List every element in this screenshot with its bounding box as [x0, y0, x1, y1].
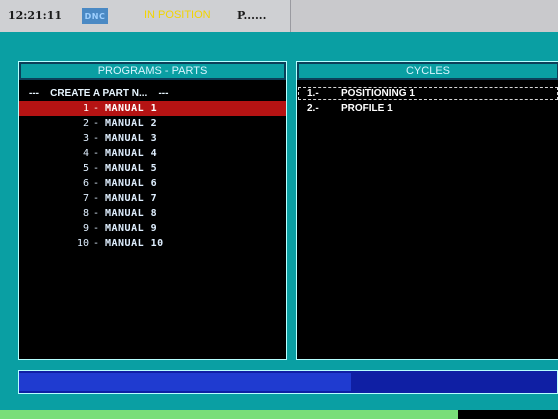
program-name: MANUAL 8 [105, 208, 158, 219]
active-program: P...... [237, 9, 267, 22]
mode-badge: DNC [82, 8, 108, 24]
program-separator: - [93, 163, 100, 174]
status-area: 12:21:11 DNC IN POSITION P...... [0, 0, 291, 32]
program-item[interactable]: 9- MANUAL 9 [19, 221, 286, 236]
status-bar: 12:21:11 DNC IN POSITION P...... [0, 0, 558, 32]
program-number: 5 [82, 163, 89, 174]
program-item[interactable]: 6- MANUAL 6 [19, 176, 286, 191]
program-number: 3 [82, 133, 89, 144]
program-item[interactable]: 4- MANUAL 4 [19, 146, 286, 161]
program-name: MANUAL 4 [105, 148, 158, 159]
programs-list: --- CREATE A PART N... --- 1- MANUAL 12-M… [19, 86, 286, 251]
program-name: MANUAL 10 [105, 238, 164, 249]
program-separator: - [93, 103, 100, 114]
program-separator: - [93, 118, 100, 129]
cycle-name: PROFILE 1 [341, 103, 393, 114]
cycles-list: 1.- POSITIONING 1 2.- PROFILE 1 [297, 86, 558, 116]
program-item[interactable]: 3- MANUAL 3 [19, 131, 286, 146]
program-number: 2 [82, 118, 89, 129]
programs-parts-panel: PROGRAMS - PARTS --- CREATE A PART N... … [18, 61, 287, 360]
cycle-name: POSITIONING 1 [341, 88, 415, 99]
program-separator: - [93, 148, 100, 159]
programs-parts-title: PROGRAMS - PARTS [19, 62, 286, 80]
softkey-indicator [458, 410, 558, 419]
program-number: 6 [82, 178, 89, 189]
program-number: 4 [82, 148, 89, 159]
program-separator: - [93, 178, 100, 189]
program-separator: - [93, 223, 100, 234]
program-name: MANUAL 9 [105, 223, 158, 234]
program-item[interactable]: 10- MANUAL 10 [19, 236, 286, 251]
program-name: MANUAL 6 [105, 178, 158, 189]
program-name: MANUAL 1 [105, 103, 158, 114]
program-number: 9 [82, 223, 89, 234]
cycle-item[interactable]: 2.- PROFILE 1 [297, 101, 558, 116]
program-number: 1 [82, 103, 89, 114]
clock: 12:21:11 [8, 9, 63, 22]
message-bar [18, 370, 558, 394]
program-name: MANUAL 5 [105, 163, 158, 174]
create-part-item[interactable]: --- CREATE A PART N... --- [19, 86, 286, 101]
program-name: MANUAL 2 [105, 118, 158, 129]
program-item[interactable]: 7- MANUAL 7 [19, 191, 286, 206]
program-separator: - [93, 238, 100, 249]
cycles-panel: CYCLES 1.- POSITIONING 1 2.- PROFILE 1 [296, 61, 558, 360]
program-name: MANUAL 7 [105, 193, 158, 204]
program-separator: - [93, 208, 100, 219]
cycle-item[interactable]: 1.- POSITIONING 1 [297, 86, 558, 101]
program-item[interactable]: 2- MANUAL 2 [19, 116, 286, 131]
cycle-number: 1.- [307, 88, 319, 99]
program-item[interactable]: 1- MANUAL 1 [19, 101, 286, 116]
program-item[interactable]: 8- MANUAL 8 [19, 206, 286, 221]
program-number: 7 [82, 193, 89, 204]
program-number: 8 [82, 208, 89, 219]
machine-status: IN POSITION [144, 9, 211, 21]
program-number: 10 [76, 238, 89, 249]
message-field [19, 373, 351, 391]
program-name: MANUAL 3 [105, 133, 158, 144]
program-item[interactable]: 5- MANUAL 5 [19, 161, 286, 176]
program-separator: - [93, 193, 100, 204]
program-separator: - [93, 133, 100, 144]
cycle-number: 2.- [307, 103, 319, 114]
cycles-title: CYCLES [297, 62, 558, 80]
